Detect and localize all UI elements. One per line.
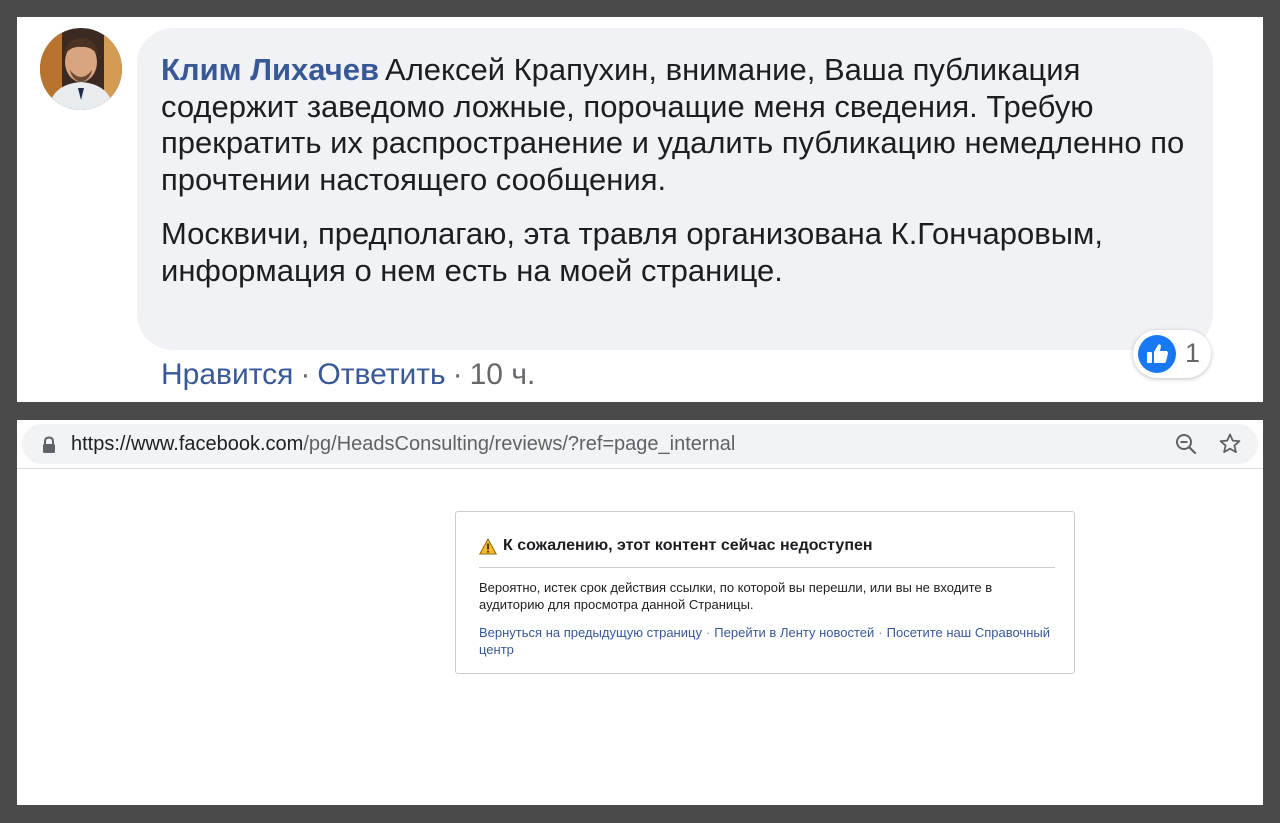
like-icon: [1138, 335, 1176, 373]
avatar[interactable]: [40, 28, 122, 110]
url-path: /pg/HeadsConsulting/reviews/?ref=page_in…: [303, 433, 736, 455]
warning-icon: [479, 538, 497, 555]
separator: ·: [300, 358, 311, 391]
error-header: К сожалению, этот контент сейчас недосту…: [479, 537, 1055, 568]
toolbar-divider: [17, 468, 1263, 469]
news-feed-link[interactable]: Перейти в Ленту новостей: [714, 625, 874, 640]
comment-panel: Клим Лихачев Алексей Крапухин, внимание, …: [17, 17, 1263, 402]
like-button[interactable]: Нравится: [161, 358, 293, 391]
separator: ·: [452, 358, 463, 391]
error-links: Вернуться на предыдущую страницу · Перейти…: [479, 624, 1055, 658]
back-link[interactable]: Вернуться на предыдущую страницу: [479, 625, 702, 640]
error-dialog: К сожалению, этот контент сейчас недосту…: [455, 511, 1075, 674]
comment-author[interactable]: Клим Лихачев: [161, 52, 379, 87]
reaction-summary[interactable]: 1: [1133, 330, 1211, 378]
zoom-out-icon[interactable]: [1175, 433, 1197, 455]
separator: ·: [705, 625, 711, 640]
comment-text-1: Клим Лихачев Алексей Крапухин, внимание, …: [161, 52, 1189, 198]
comment-paragraph-2: Москвичи, предполагаю, эта травля органи…: [161, 216, 1103, 288]
comment-actions: Нравится · Ответить · 10 ч.: [161, 358, 535, 392]
reaction-count: 1: [1185, 338, 1201, 368]
comment-bubble: Клим Лихачев Алексей Крапухин, внимание, …: [137, 28, 1213, 350]
url-text[interactable]: https://www.facebook.com/pg/HeadsConsult…: [71, 433, 735, 456]
separator: ·: [878, 625, 883, 640]
reply-button[interactable]: Ответить: [317, 358, 445, 391]
browser-panel: https://www.facebook.com/pg/HeadsConsult…: [17, 420, 1263, 805]
url-host: https://www.facebook.com: [71, 433, 304, 455]
comment-timestamp[interactable]: 10 ч.: [470, 358, 536, 391]
star-icon[interactable]: [1218, 432, 1242, 456]
address-bar[interactable]: https://www.facebook.com/pg/HeadsConsult…: [22, 424, 1258, 464]
error-message: Вероятно, истек срок действия ссылки, по…: [479, 580, 993, 612]
lock-icon[interactable]: [41, 436, 57, 454]
error-title: К сожалению, этот контент сейчас недосту…: [503, 537, 873, 554]
